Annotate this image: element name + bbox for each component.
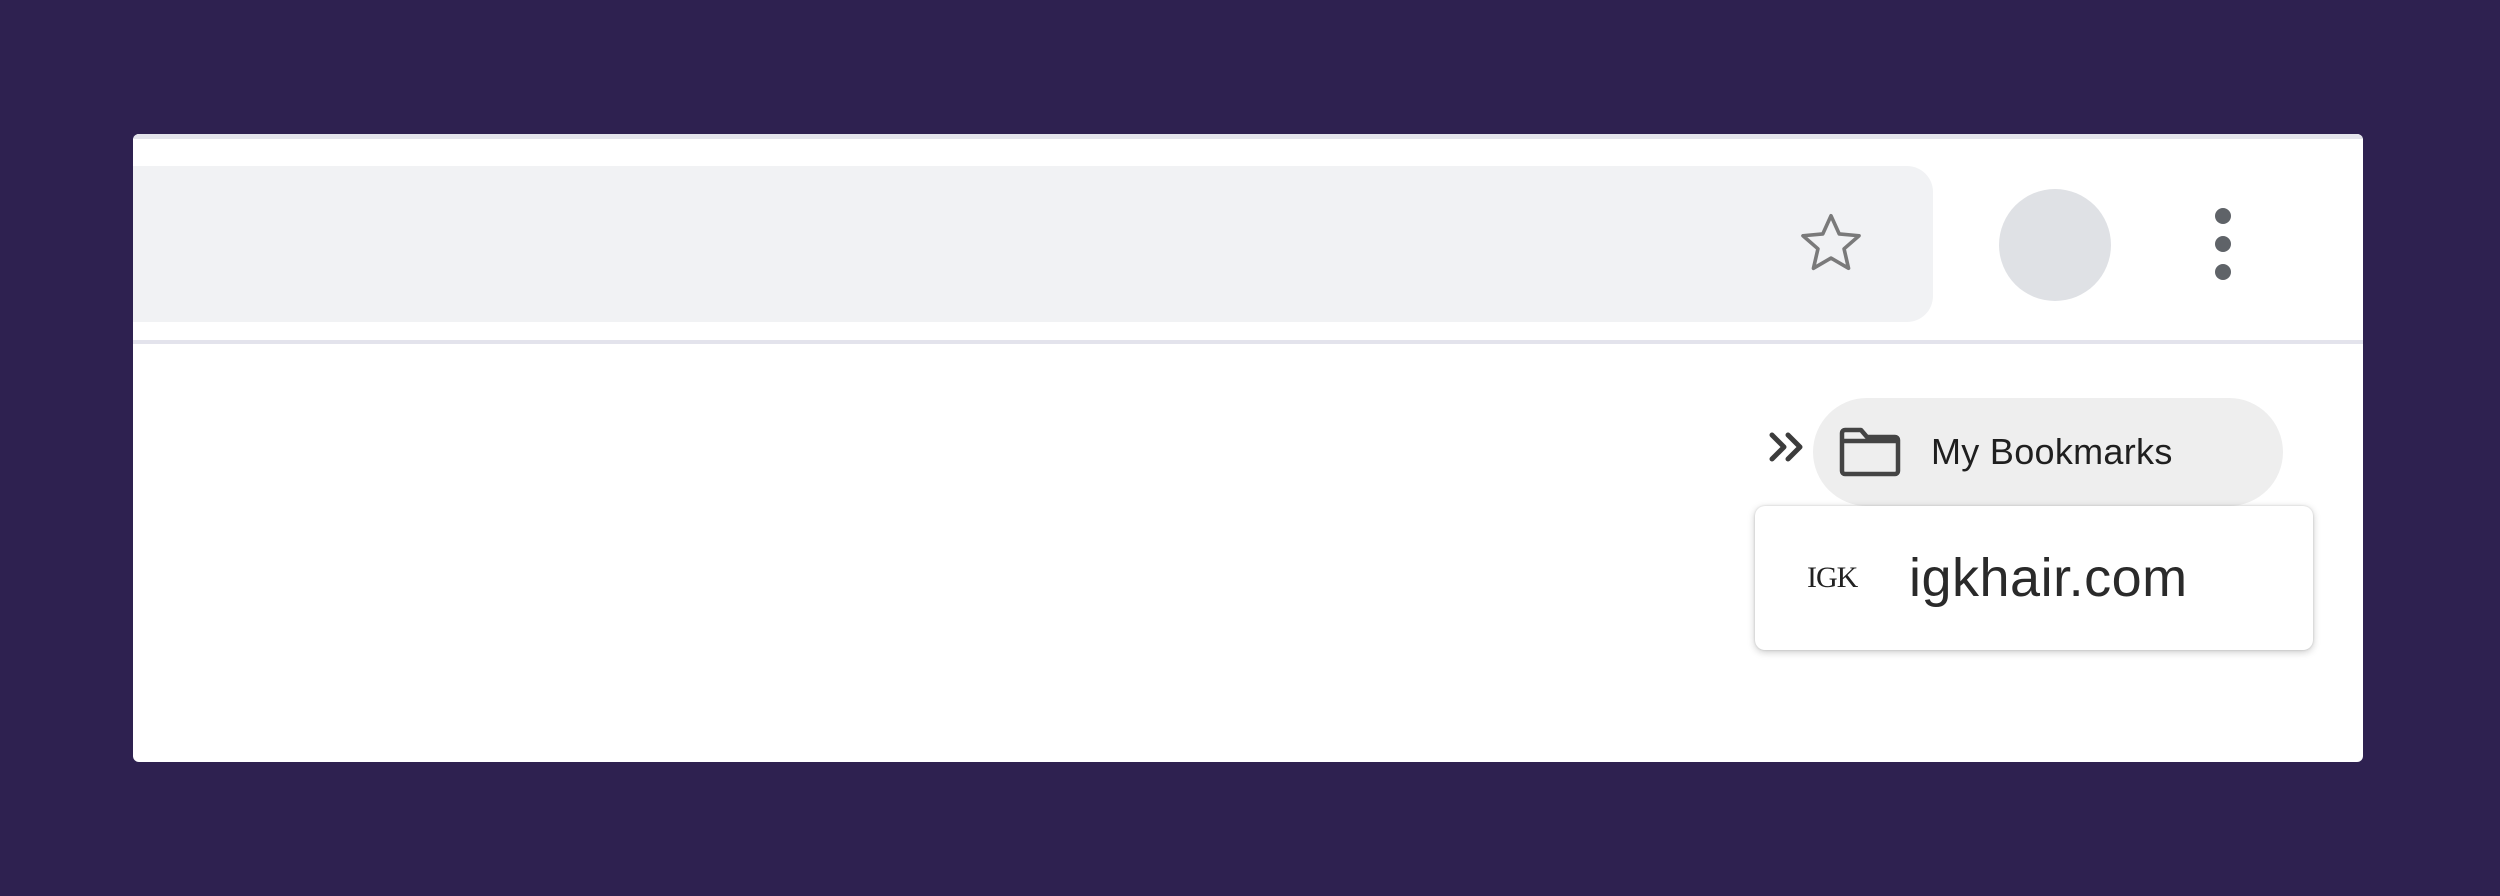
star-outline-icon[interactable]	[1793, 208, 1869, 285]
bookmark-folder-my-bookmarks[interactable]: My Bookmarks	[1813, 398, 2283, 506]
bookmark-folder-label: My Bookmarks	[1931, 431, 2173, 472]
browser-menu-button[interactable]	[2193, 191, 2253, 301]
profile-avatar[interactable]	[1999, 189, 2111, 301]
dropdown-item-igkhair[interactable]: IGK igkhair.com	[1755, 506, 2313, 650]
bookmark-folder-dropdown: IGK igkhair.com	[1755, 506, 2313, 650]
bookmark-star-button[interactable]	[1791, 206, 1871, 286]
folder-icon	[1837, 426, 1903, 478]
site-favicon: IGK	[1807, 561, 1858, 594]
browser-window: My Bookmarks IGK igkhair.com	[133, 134, 2363, 762]
vertical-dots-icon[interactable]	[2211, 204, 2235, 289]
dropdown-item-label: igkhair.com	[1909, 548, 2188, 608]
browser-toolbar	[133, 134, 2363, 342]
double-chevron-right-icon[interactable]	[1766, 427, 1810, 472]
address-bar[interactable]	[133, 166, 1933, 322]
toolbar-divider	[133, 340, 2363, 344]
